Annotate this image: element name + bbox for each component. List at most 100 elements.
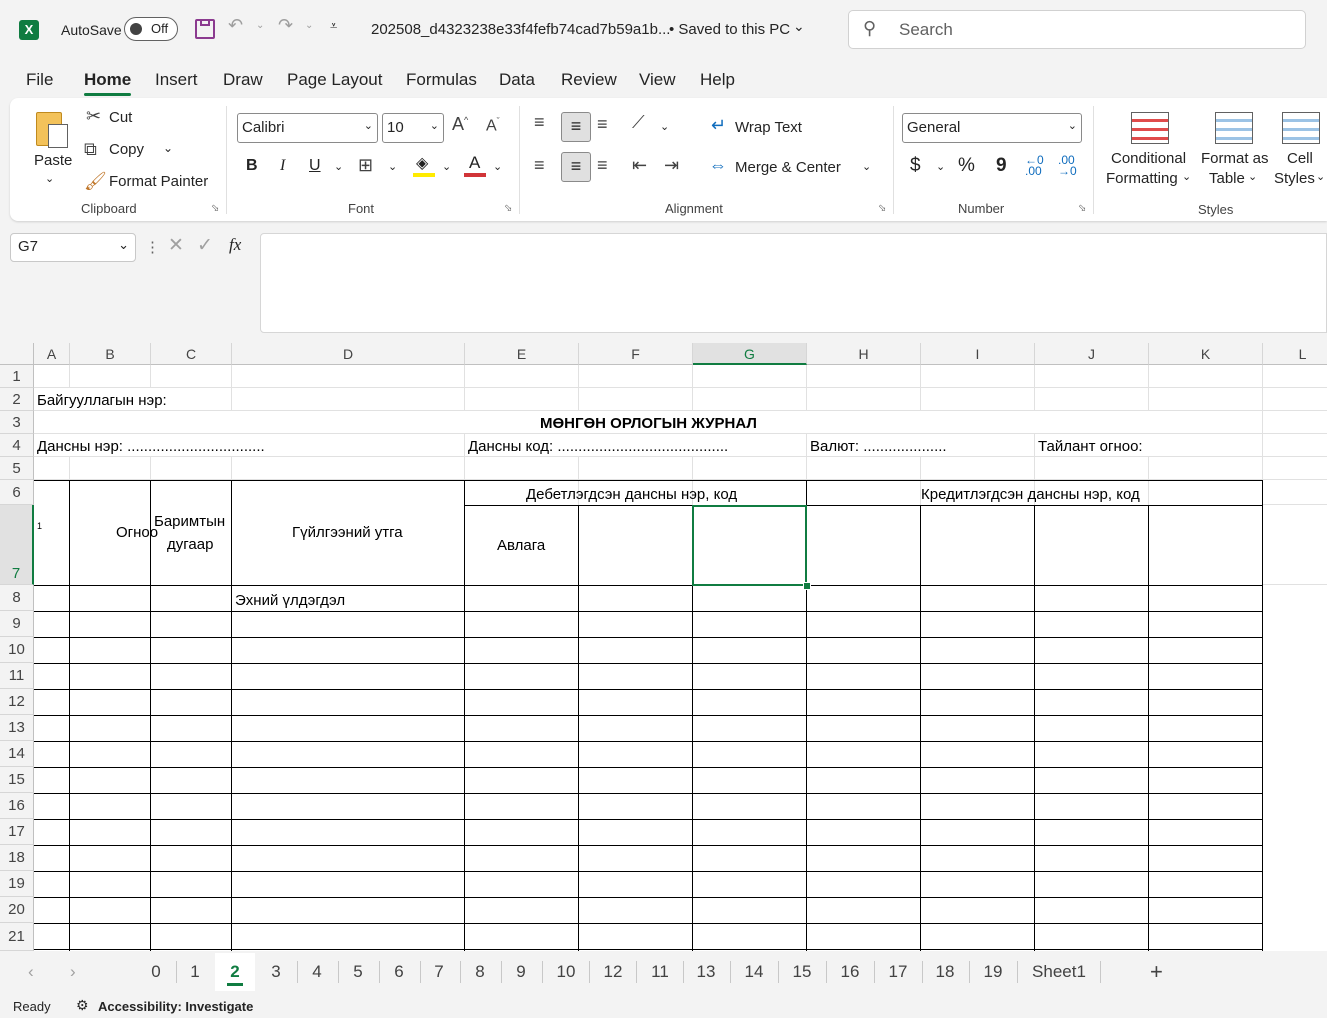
conditional-formatting-label2[interactable]: Formatting: [1106, 170, 1178, 187]
sheet-tab[interactable]: 8: [465, 959, 495, 985]
orientation-dropdown-icon[interactable]: ⌄: [660, 120, 669, 133]
align-right-icon[interactable]: ≡: [597, 155, 608, 176]
row-header[interactable]: 10: [0, 637, 34, 663]
fill-color-icon[interactable]: ◈: [413, 153, 435, 177]
merge-center-button[interactable]: Merge & Center: [735, 159, 841, 176]
decrease-decimal-icon[interactable]: .00 →0: [1058, 154, 1077, 177]
row-header[interactable]: 20: [0, 897, 34, 923]
increase-indent-icon[interactable]: ⇥: [664, 155, 679, 176]
cut-icon[interactable]: ✂: [86, 106, 101, 127]
row-header[interactable]: 15: [0, 767, 34, 793]
cell-styles-label1[interactable]: Cell: [1287, 150, 1313, 167]
column-header-j[interactable]: J: [1035, 343, 1149, 365]
sheet-tab[interactable]: 1: [180, 959, 210, 985]
sheet-tab[interactable]: 19: [974, 959, 1012, 985]
format-as-table-icon[interactable]: [1215, 112, 1253, 144]
more-options-icon[interactable]: ⋮: [145, 238, 160, 256]
row-header[interactable]: 13: [0, 715, 34, 741]
align-left-icon[interactable]: ≡: [534, 155, 545, 176]
sheet-tab[interactable]: 18: [926, 959, 964, 985]
enter-icon[interactable]: ✓: [197, 234, 213, 257]
sheet-tab[interactable]: 11: [641, 959, 679, 985]
borders-dropdown-icon[interactable]: ⌄: [388, 160, 397, 173]
merge-center-icon[interactable]: ⇔: [709, 155, 727, 176]
name-box[interactable]: G7 ⌄: [10, 233, 136, 262]
copy-dropdown-icon[interactable]: ⌄: [163, 141, 173, 155]
copy-icon[interactable]: ⧉: [84, 139, 97, 160]
align-bottom-icon[interactable]: ≡: [597, 114, 608, 135]
column-header-l[interactable]: L: [1263, 343, 1327, 365]
row-header[interactable]: 11: [0, 663, 34, 689]
sheet-tab[interactable]: 7: [424, 959, 454, 985]
accessibility-icon[interactable]: ⚙: [76, 997, 89, 1014]
row-header[interactable]: 1: [0, 365, 34, 388]
select-all-corner[interactable]: [0, 343, 34, 365]
conditional-formatting-label1[interactable]: Conditional: [1111, 150, 1186, 167]
chevron-down-icon[interactable]: ⌄: [793, 18, 805, 35]
paste-button[interactable]: Paste: [34, 152, 72, 169]
paste-icon[interactable]: [34, 110, 68, 150]
chevron-down-icon[interactable]: ⌄: [1316, 170, 1325, 183]
row-header[interactable]: 12: [0, 689, 34, 715]
merge-dropdown-icon[interactable]: ⌄: [862, 160, 871, 173]
row-header[interactable]: 16: [0, 793, 34, 819]
align-middle-icon[interactable]: ≡: [561, 112, 591, 142]
dialog-launcher-icon[interactable]: ⬂: [504, 203, 512, 214]
increase-font-icon[interactable]: A^: [452, 114, 468, 135]
format-as-table-label1[interactable]: Format as: [1201, 150, 1269, 167]
row-header[interactable]: 7: [0, 505, 34, 585]
sheet-tab[interactable]: 15: [783, 959, 821, 985]
column-header-i[interactable]: I: [921, 343, 1035, 365]
row-header[interactable]: 19: [0, 871, 34, 897]
save-icon[interactable]: [195, 19, 215, 39]
orientation-icon[interactable]: ⟋: [632, 112, 645, 133]
font-size-select[interactable]: 10 ⌄: [382, 113, 444, 143]
sheet-tab-active[interactable]: 2: [220, 959, 250, 985]
search-box[interactable]: ⚲ Search: [848, 10, 1306, 49]
column-header-e[interactable]: E: [465, 343, 579, 365]
redo-icon[interactable]: ↷: [278, 15, 293, 36]
tab-data[interactable]: Data: [499, 70, 535, 90]
insert-function-icon[interactable]: fx: [229, 235, 241, 255]
column-header-a[interactable]: A: [34, 343, 70, 365]
file-name[interactable]: 202508_d4323238e33f4fefb74cad7b59a1b...: [371, 21, 670, 38]
number-format-select[interactable]: General ⌄: [902, 113, 1082, 143]
bold-button[interactable]: B: [246, 157, 258, 175]
row-header[interactable]: 18: [0, 845, 34, 871]
save-status[interactable]: • Saved to this PC: [669, 21, 790, 38]
underline-dropdown-icon[interactable]: ⌄: [334, 160, 343, 173]
percent-button[interactable]: %: [958, 155, 975, 177]
redo-dropdown-icon[interactable]: ⌄: [305, 20, 313, 31]
cell-styles-label2[interactable]: Styles: [1274, 170, 1315, 187]
autosave-toggle[interactable]: Off: [124, 17, 178, 41]
format-as-table-label2[interactable]: Table: [1209, 170, 1245, 187]
tab-view[interactable]: View: [639, 70, 676, 90]
row-header[interactable]: 4: [0, 434, 34, 457]
format-painter-button[interactable]: Format Painter: [109, 173, 208, 190]
column-header-g[interactable]: G: [693, 343, 807, 365]
sheet-tab[interactable]: 0: [141, 959, 171, 985]
copy-button[interactable]: Copy: [109, 141, 144, 158]
borders-icon[interactable]: ⊞: [358, 155, 373, 176]
formula-input[interactable]: [260, 233, 1327, 333]
sheet-tab[interactable]: 17: [879, 959, 917, 985]
decrease-indent-icon[interactable]: ⇤: [632, 155, 647, 176]
scroll-left-icon[interactable]: ‹: [28, 959, 34, 985]
italic-button[interactable]: I: [280, 157, 285, 175]
column-header-h[interactable]: H: [807, 343, 921, 365]
column-header-f[interactable]: F: [579, 343, 693, 365]
sheet-tab[interactable]: 4: [302, 959, 332, 985]
sheet-tab[interactable]: 10: [547, 959, 585, 985]
undo-dropdown-icon[interactable]: ⌄: [256, 20, 264, 31]
paste-dropdown-icon[interactable]: ⌄: [45, 172, 54, 185]
tab-file[interactable]: File: [26, 70, 53, 90]
tab-help[interactable]: Help: [700, 70, 735, 90]
row-header[interactable]: 9: [0, 611, 34, 637]
accessibility-status[interactable]: Accessibility: Investigate: [98, 999, 253, 1014]
column-header-b[interactable]: B: [70, 343, 151, 365]
dialog-launcher-icon[interactable]: ⬂: [1078, 203, 1086, 214]
customize-toolbar-icon[interactable]: ⩡: [330, 18, 337, 34]
dialog-launcher-icon[interactable]: ⬂: [878, 203, 886, 214]
sheet-tab[interactable]: 13: [687, 959, 725, 985]
row-header[interactable]: 21: [0, 923, 34, 951]
